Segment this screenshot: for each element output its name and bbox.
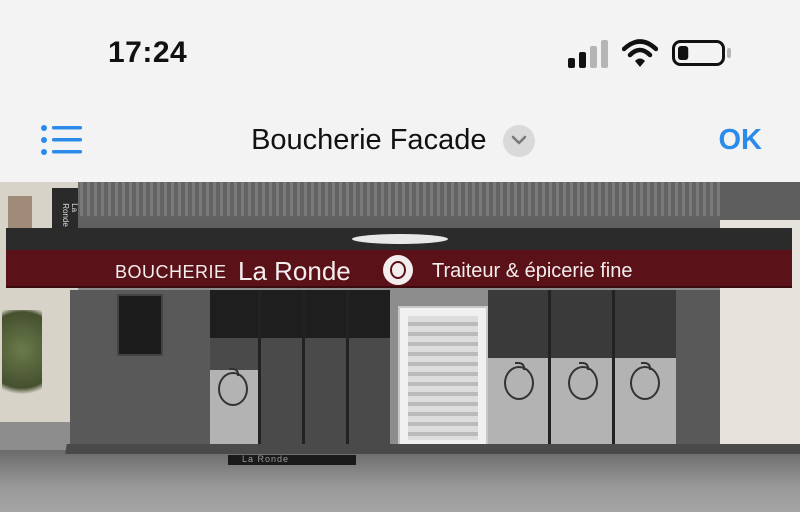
facade-pillar [676, 290, 720, 450]
upper-cladding [80, 182, 720, 216]
rotisserie-display [398, 306, 488, 456]
nav-bar: Boucherie Facade OK [0, 100, 800, 182]
menu-plaque [117, 294, 163, 356]
window-frame [612, 290, 615, 450]
wifi-icon [622, 39, 658, 67]
rotisserie-racks [408, 316, 478, 440]
shop-window-left [210, 290, 390, 450]
window-frame [302, 290, 305, 450]
shop-window-right [488, 290, 676, 450]
sidewalk [0, 450, 800, 512]
cellular-signal-icon [568, 40, 608, 68]
right-shadow [720, 182, 800, 220]
logo-emblem-icon [504, 362, 534, 400]
right-building [720, 182, 800, 482]
storefront-image: La Ronde BOUCHERIE La Ronde Traiteur & é… [0, 182, 800, 512]
shrub [2, 310, 42, 410]
logo-emblem-icon [630, 362, 660, 400]
entrance-step [65, 444, 800, 454]
side-sign-text: La Ronde [60, 203, 79, 227]
chevron-down-icon [511, 135, 527, 144]
logo-emblem-icon [568, 362, 598, 400]
awning-light [352, 234, 448, 244]
status-bar: 17:24 [0, 0, 800, 100]
page-title[interactable]: Boucherie Facade [251, 124, 486, 156]
awning-word: BOUCHERIE [115, 262, 227, 282]
logo-emblem-icon [218, 368, 248, 406]
doormat: La Ronde [228, 454, 356, 465]
awning-name: La Ronde [238, 256, 351, 286]
ok-button[interactable]: OK [719, 124, 763, 157]
status-time: 17:24 [108, 36, 188, 69]
logo-icon [383, 255, 413, 285]
window-frame [346, 290, 349, 450]
battery-icon [672, 40, 731, 66]
window-frame [548, 290, 551, 450]
window-frame [258, 290, 261, 450]
nav-title-group: Boucherie Facade [0, 124, 800, 157]
title-menu-button[interactable] [502, 124, 535, 157]
awning-tagline: Traiteur & épicerie fine [432, 260, 633, 282]
doormat-text: La Ronde [242, 454, 290, 464]
